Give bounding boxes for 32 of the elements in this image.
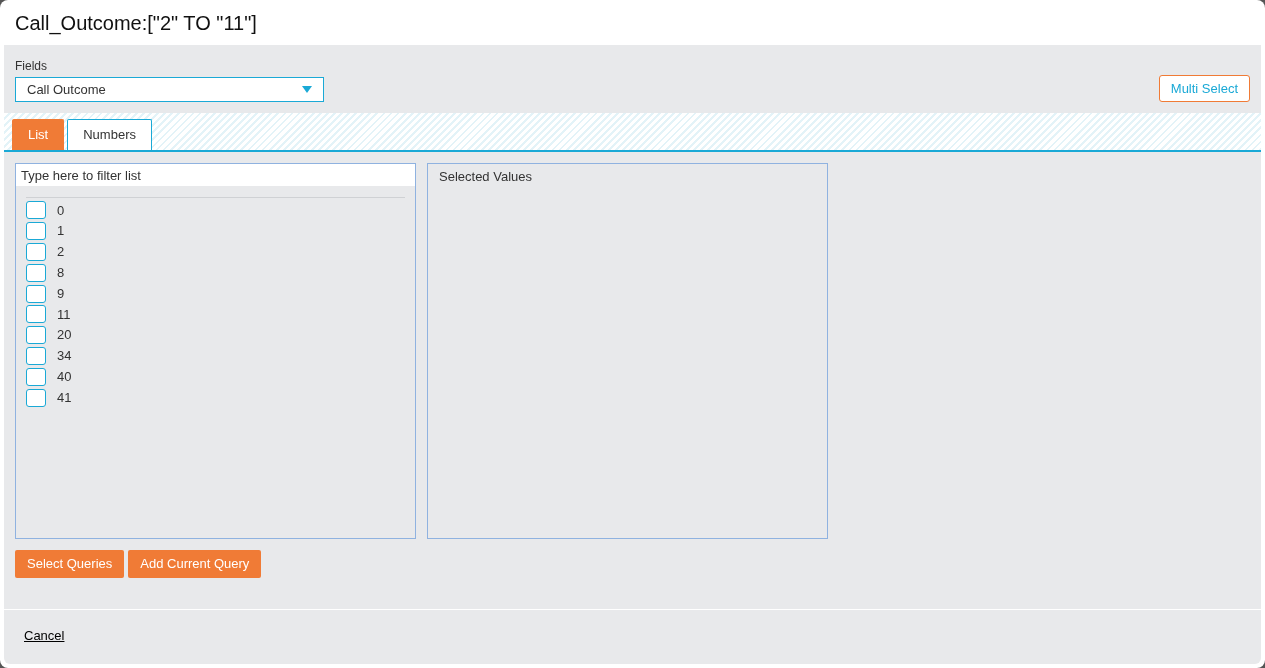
item-label: 11 <box>57 305 71 324</box>
item-label: 2 <box>57 243 65 262</box>
fields-label: Fields <box>15 58 48 75</box>
checkbox[interactable] <box>26 346 46 365</box>
action-button[interactable]: Select Queries <box>15 550 125 578</box>
tab[interactable]: List <box>12 119 65 150</box>
checkbox[interactable] <box>26 284 46 303</box>
dropdown-arrow-icon <box>302 86 312 93</box>
tab[interactable]: Numbers <box>67 119 152 150</box>
item-label: 0 <box>57 201 65 220</box>
checkbox[interactable] <box>26 263 46 282</box>
checkbox[interactable] <box>26 201 46 220</box>
item-label: 20 <box>57 326 72 345</box>
checkbox[interactable] <box>26 367 46 386</box>
checkbox[interactable] <box>26 243 46 261</box>
item-label: 1 <box>57 222 65 241</box>
filter-field[interactable]: Type here to filter list <box>16 164 415 186</box>
item-label: 41 <box>57 388 72 407</box>
item-label: 8 <box>57 264 65 283</box>
checkbox[interactable] <box>26 305 46 324</box>
action-button[interactable]: Add Current Query <box>128 550 262 578</box>
checkbox[interactable] <box>26 222 46 241</box>
checkbox[interactable] <box>26 388 46 407</box>
dialog-title: Call_Outcome:["2" TO "11"] <box>14 11 258 37</box>
cancel-link[interactable]: Cancel <box>24 628 65 643</box>
fields-dropdown[interactable]: Call Outcome <box>15 77 324 102</box>
selected-values-title: Selected Values <box>438 168 533 186</box>
checkbox[interactable] <box>26 326 46 345</box>
multi-select-button[interactable]: Multi Select <box>1158 74 1250 102</box>
item-label: 34 <box>57 347 72 366</box>
item-label: 40 <box>57 368 72 386</box>
item-label: 9 <box>57 284 65 303</box>
